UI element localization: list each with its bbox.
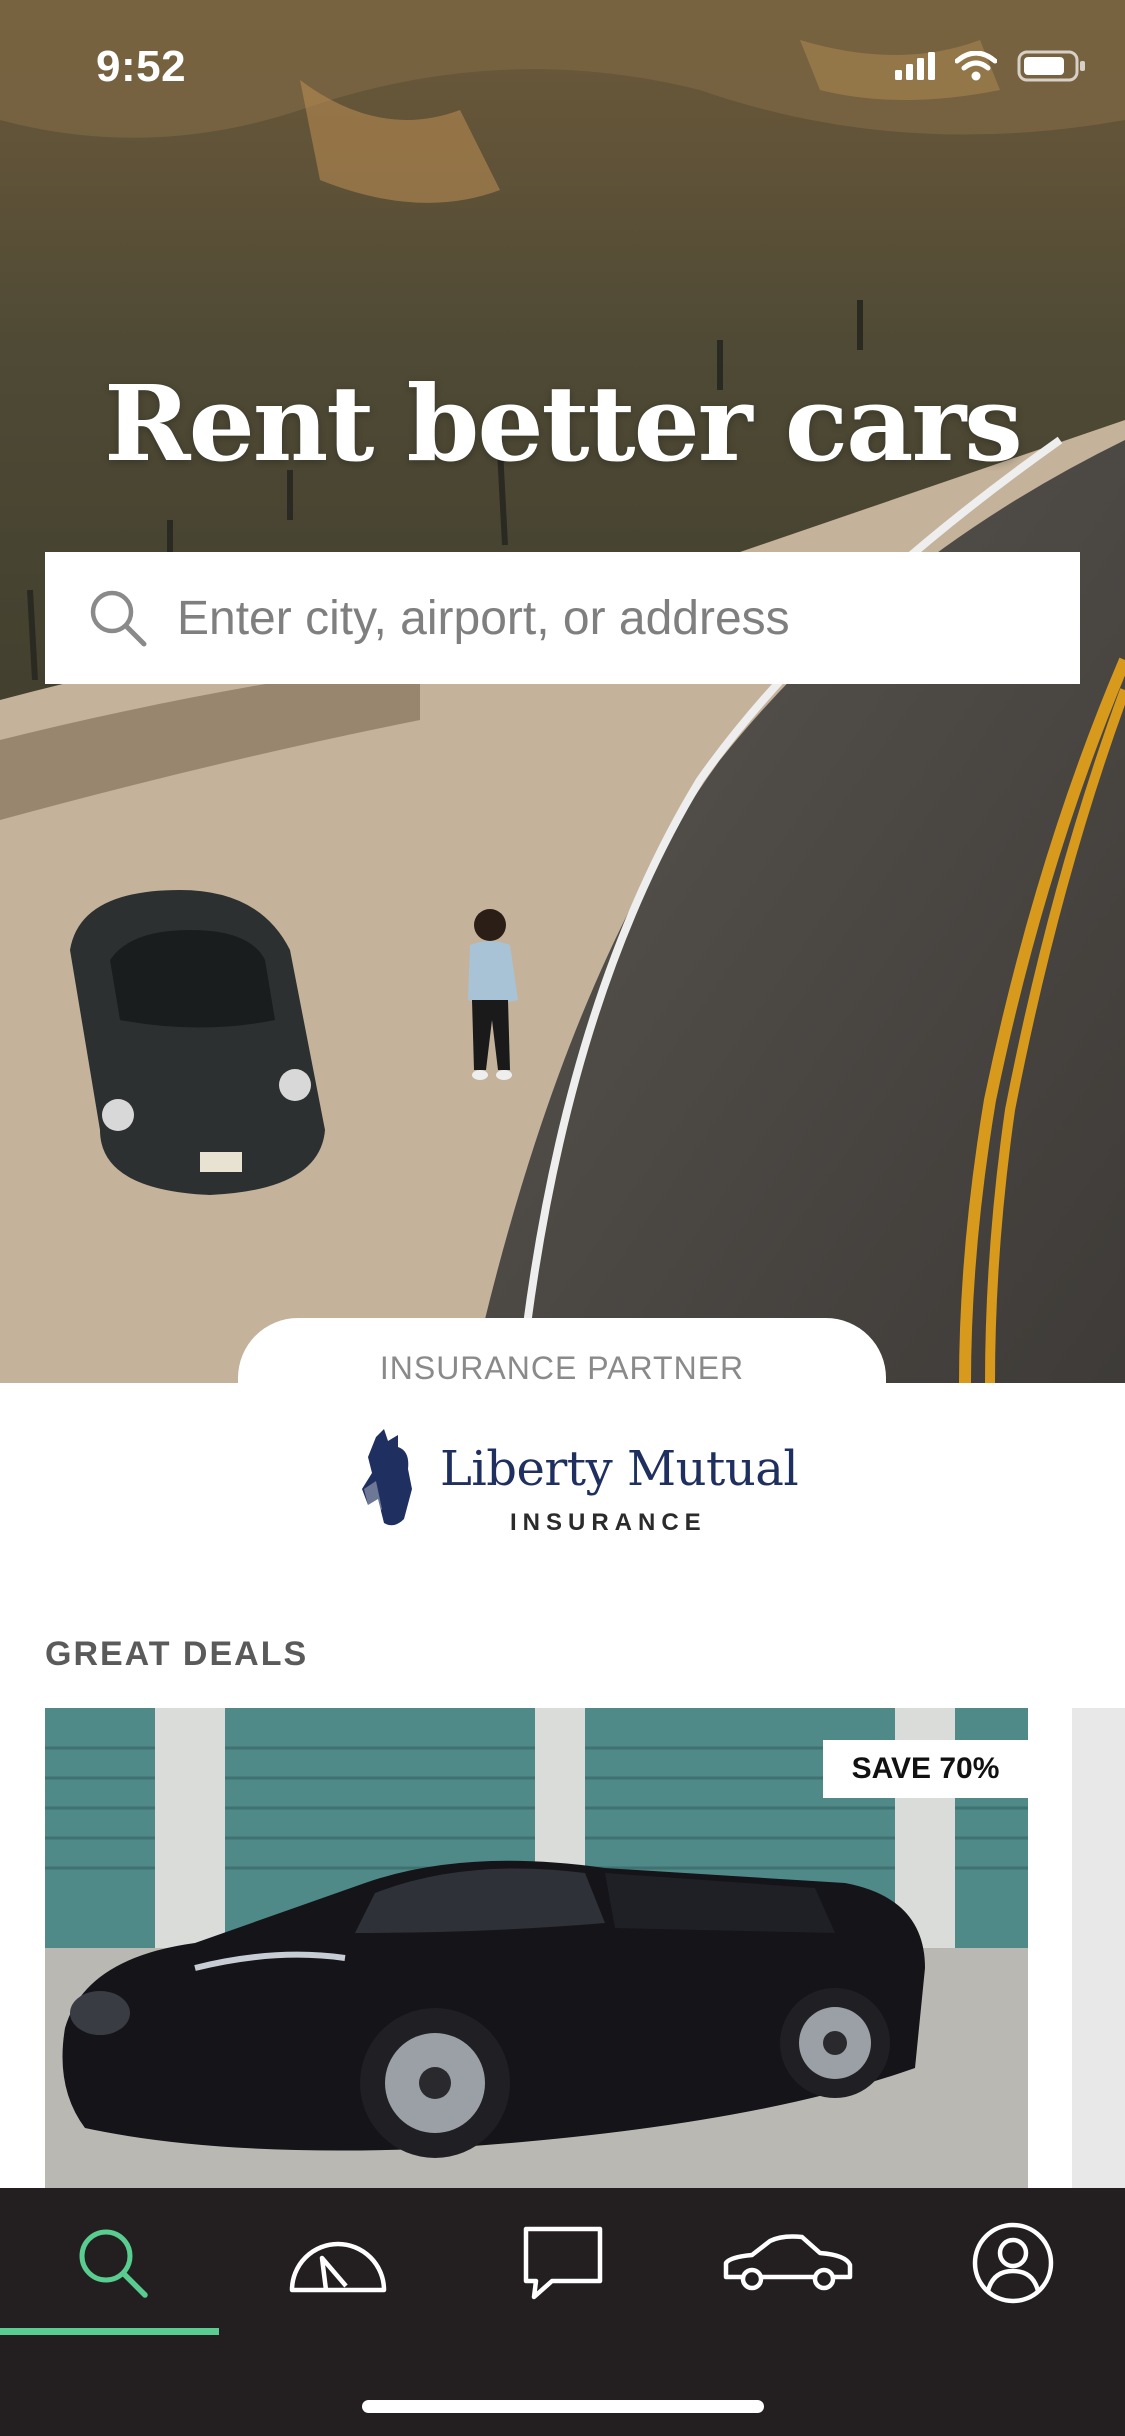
speedometer-icon bbox=[289, 2241, 386, 2293]
hero-background-image bbox=[0, 0, 1125, 1383]
logo-name: Liberty Mutual bbox=[440, 1441, 799, 1497]
tab-search[interactable] bbox=[0, 2188, 225, 2338]
battery-icon bbox=[1017, 50, 1085, 82]
car-icon bbox=[723, 2234, 852, 2291]
hero-title: Rent better cars bbox=[104, 362, 1023, 485]
deal-discount-badge: SAVE 70% bbox=[823, 1740, 1028, 1798]
active-tab-indicator bbox=[0, 2328, 219, 2335]
bottom-tab-bar bbox=[0, 2188, 1125, 2436]
status-icons bbox=[895, 50, 1087, 82]
deal-card[interactable]: SAVE 70% bbox=[45, 1708, 1028, 2190]
next-deal-card-peek[interactable] bbox=[1072, 1708, 1125, 2190]
tab-account[interactable] bbox=[900, 2188, 1125, 2338]
search-input[interactable] bbox=[177, 590, 1057, 646]
hero-section: 9:52 Rent better cars Enter city, airpor… bbox=[0, 0, 1125, 1383]
search-icon bbox=[79, 2229, 148, 2298]
liberty-mutual-logo[interactable]: Liberty Mutual INSURANCE bbox=[352, 1425, 799, 1540]
search-icon bbox=[90, 590, 147, 647]
tab-trips[interactable] bbox=[225, 2188, 450, 2338]
home-indicator[interactable] bbox=[362, 2400, 764, 2413]
logo-subtitle: INSURANCE bbox=[510, 1509, 707, 1536]
insurance-partner-label: INSURANCE PARTNER bbox=[379, 1350, 745, 1383]
tab-messages[interactable] bbox=[450, 2188, 675, 2338]
status-bar: 9:52 bbox=[0, 0, 1125, 135]
cellular-signal-icon bbox=[895, 52, 935, 80]
wifi-icon bbox=[955, 51, 997, 81]
tab-host[interactable] bbox=[675, 2188, 900, 2338]
chat-bubble-icon bbox=[523, 2226, 602, 2300]
profile-icon bbox=[972, 2222, 1053, 2304]
statue-of-liberty-icon bbox=[362, 1429, 412, 1526]
insurance-partner-tab: INSURANCE PARTNER bbox=[238, 1318, 886, 1383]
search-bar[interactable] bbox=[45, 552, 1080, 684]
great-deals-title: GREAT DEALS bbox=[45, 1635, 309, 1673]
status-time: 9:52 bbox=[96, 42, 187, 91]
